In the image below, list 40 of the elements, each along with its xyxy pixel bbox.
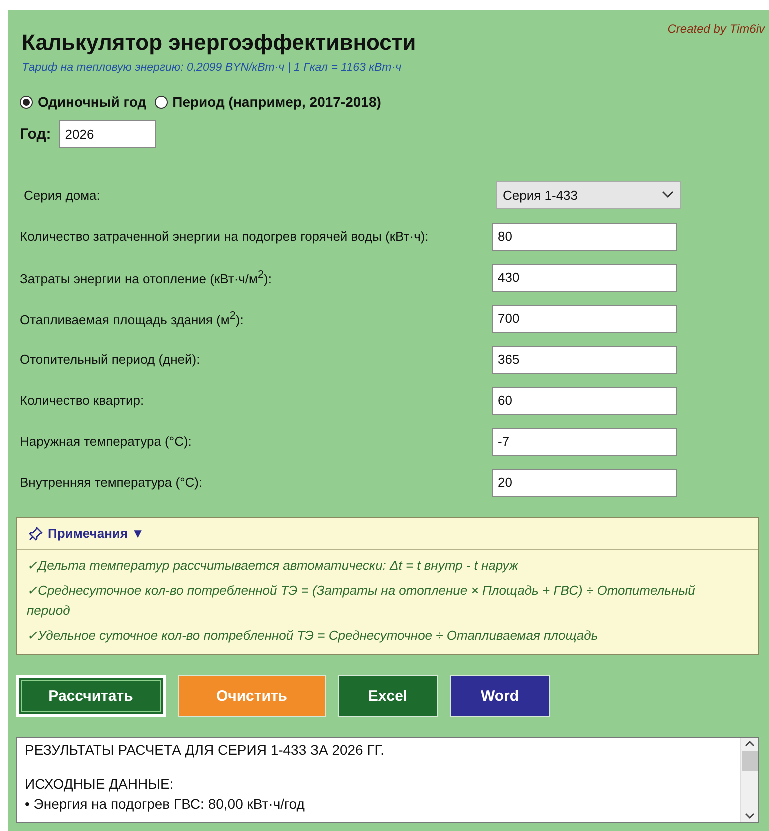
action-button[interactable]: Word xyxy=(450,675,550,717)
field-label: Отопительный период (дней): xyxy=(20,352,200,367)
action-button[interactable]: Excel xyxy=(338,675,438,717)
field-label: Внутренняя температура (°C): xyxy=(20,475,203,490)
mode-radio[interactable]: Одиночный год xyxy=(20,94,147,110)
series-dropdown[interactable]: Серия 1-433 xyxy=(496,181,681,209)
series-label: Серия дома: xyxy=(24,188,100,202)
input-field[interactable]: 20 xyxy=(492,468,677,496)
field-label: Количество квартир: xyxy=(20,393,144,408)
action-button[interactable]: Рассчитать xyxy=(16,675,166,717)
app-title: Калькулятор энергоэффективности xyxy=(22,30,416,56)
input-field[interactable]: 700 xyxy=(492,304,677,332)
field-label: Наружная температура (°C): xyxy=(20,434,192,449)
note-text: ✓Удельное суточное кол-во потребленной ТЭ = Среднесуточное ÷ Отапливаемая площадь xyxy=(27,627,600,645)
input-field[interactable]: 60 xyxy=(492,386,677,414)
results-area[interactable]: РЕЗУЛЬТАТЫ РАСЧЕТА ДЛЯ СЕРИЯ 1-433 ЗА 2026 ГГ. ИСХОДНЫЕ ДАННЫЕ: • Энергия на подогрев ГВС: 80,00 кВт·ч/год xyxy=(16,737,759,823)
result-line: • Энергия на подогрев ГВС: 80,00 кВт·ч/год xyxy=(25,796,306,812)
tariff-info: Тариф на тепловую энергию: 0,2099 BYN/кВт·ч | 1 Гкал = 1163 кВт·ч xyxy=(22,62,403,74)
input-field[interactable]: 80 xyxy=(492,222,677,250)
result-line: ИСХОДНЫЕ ДАННЫЕ: xyxy=(25,776,175,792)
credit-text: Created by Tim6iv xyxy=(668,22,765,36)
input-field[interactable]: -7 xyxy=(492,428,677,456)
scrollbar[interactable] xyxy=(740,738,758,822)
chevron-down-icon xyxy=(662,191,674,199)
field-label: Затраты энергии на отопление (кВт·ч/м$^{2}$): xyxy=(20,268,272,286)
input-field[interactable]: 365 xyxy=(492,346,677,374)
scroll-down-icon[interactable] xyxy=(744,813,754,820)
input-field[interactable]: 430 xyxy=(492,264,677,292)
note-text: ✓Дельта температур рассчитывается автоматически: Δt = t внутр - t наруж xyxy=(27,557,520,575)
field-label: Количество затраченной энергии на подогрев горячей воды (кВт·ч): xyxy=(20,229,429,244)
result-line: РЕЗУЛЬТАТЫ РАСЧЕТА ДЛЯ СЕРИЯ 1-433 ЗА 2026 ГГ. xyxy=(25,742,386,758)
year-field[interactable]: 2026 xyxy=(59,120,156,148)
notes-toggle[interactable]: Примечания ▼ xyxy=(48,526,144,541)
scroll-up-icon[interactable] xyxy=(744,740,754,747)
pin-icon xyxy=(29,526,43,540)
scroll-thumb[interactable] xyxy=(742,751,758,771)
field-label: Отапливаемая площадь здания (м$^{2}$): xyxy=(20,310,244,328)
note-text: ✓Среднесуточное кол-во потребленной ТЭ = (Затраты на отопление × Площадь + ГВС) ÷ Отопительный период xyxy=(27,582,696,620)
mode-radio[interactable]: Период (например, 2017-2018) xyxy=(154,94,382,110)
year-label: Год: xyxy=(20,126,52,142)
